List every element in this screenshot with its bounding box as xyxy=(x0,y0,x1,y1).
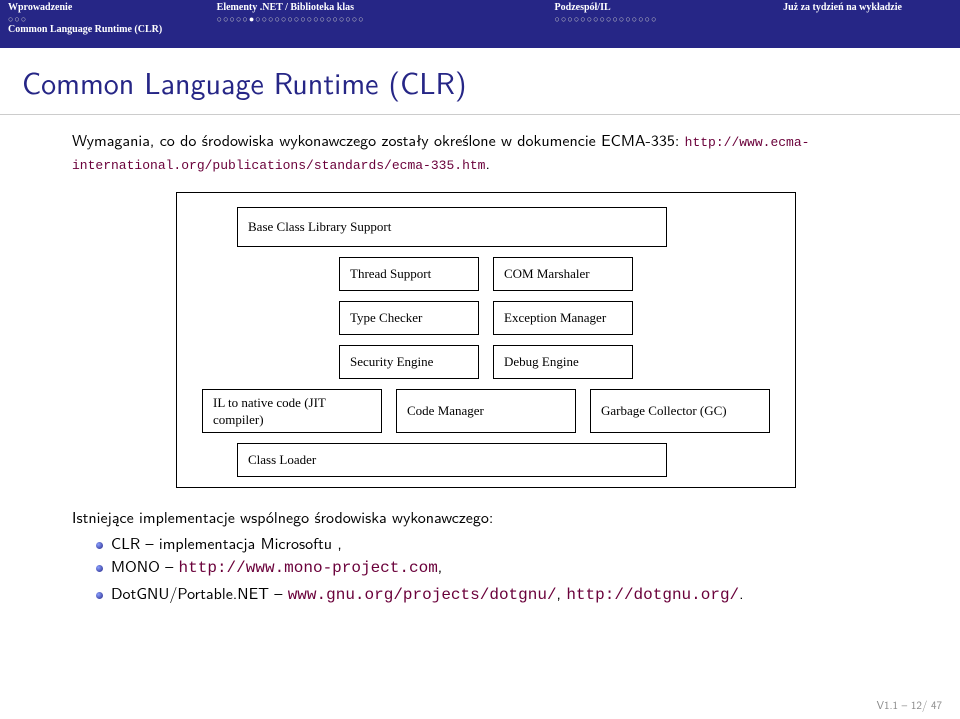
box-jit-compiler: IL to native code (JIT compiler) xyxy=(202,389,382,433)
dotgnu-url2: http://dotgnu.org/ xyxy=(566,586,739,604)
box-base-class-library: Base Class Library Support xyxy=(237,207,667,247)
subsection-label: Common Language Runtime (CLR) xyxy=(0,24,960,35)
nav-label: Wprowadzenie xyxy=(8,2,217,13)
slide-title: Common Language Runtime (CLR) xyxy=(0,48,960,115)
box-security-engine: Security Engine xyxy=(339,345,479,379)
bullet-icon xyxy=(96,565,103,572)
slide-header: Wprowadzenie ○○○ Elementy .NET / Bibliot… xyxy=(0,0,960,48)
nav-item-juz-za-tydzien[interactable]: Już za tydzień na wykładzie xyxy=(783,2,952,24)
dotgnu-url: www.gnu.org/projects/dotgnu/ xyxy=(288,586,557,604)
nav-label: Podzespół/IL xyxy=(555,2,784,13)
nav-item-podzespol[interactable]: Podzespół/IL ○○○○○○○○○○○○○○○○ xyxy=(555,2,784,24)
clr-diagram: Base Class Library Support Thread Suppor… xyxy=(176,192,796,488)
slide-content: Wymagania, co do środowiska wykonawczego… xyxy=(0,115,960,606)
nav-item-wprowadzenie[interactable]: Wprowadzenie ○○○ xyxy=(8,2,217,24)
box-type-checker: Type Checker xyxy=(339,301,479,335)
mono-url: http://www.mono-project.com xyxy=(179,559,438,577)
progress-dots: ○○○○○●○○○○○○○○○○○○○○○○○ xyxy=(217,14,555,24)
box-class-loader: Class Loader xyxy=(237,443,667,477)
box-thread-support: Thread Support xyxy=(339,257,479,291)
box-debug-engine: Debug Engine xyxy=(493,345,633,379)
intro-text: Wymagania, co do środowiska wykonawczego… xyxy=(72,129,900,174)
bullet-icon xyxy=(96,542,103,549)
nav-item-elementy[interactable]: Elementy .NET / Biblioteka klas ○○○○○●○○… xyxy=(217,2,555,24)
box-exception-manager: Exception Manager xyxy=(493,301,633,335)
slide-footer: V1.1 – 12/ 47 xyxy=(877,697,942,713)
nav-label: Elementy .NET / Biblioteka klas xyxy=(217,2,555,13)
box-com-marshaler: COM Marshaler xyxy=(493,257,633,291)
list-item: CLR – implementacja Microsoftu , xyxy=(96,532,900,554)
list-item: DotGNU/Portable.NET – www.gnu.org/projec… xyxy=(96,582,900,607)
implementations-intro: Istniejące implementacje wspólnego środo… xyxy=(72,506,900,528)
nav-label: Już za tydzień na wykładzie xyxy=(783,2,952,13)
box-code-manager: Code Manager xyxy=(396,389,576,433)
bullet-icon xyxy=(96,592,103,599)
implementations-list: CLR – implementacja Microsoftu , MONO – … xyxy=(72,532,900,607)
box-garbage-collector: Garbage Collector (GC) xyxy=(590,389,770,433)
progress-dots: ○○○○○○○○○○○○○○○○ xyxy=(555,14,784,24)
list-item: MONO – http://www.mono-project.com, xyxy=(96,555,900,580)
progress-dots: ○○○ xyxy=(8,14,217,24)
